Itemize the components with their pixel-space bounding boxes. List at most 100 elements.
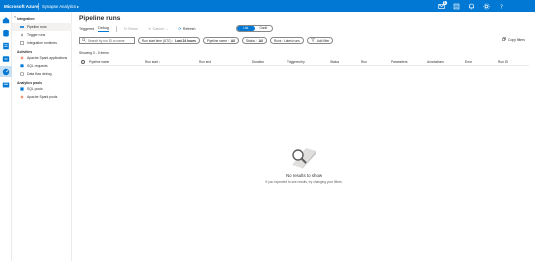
toggle-list[interactable]: List — [237, 26, 255, 31]
chevron-right-icon[interactable]: ▸ — [77, 4, 79, 9]
nav-item-label: Apache Spark pools — [27, 95, 58, 99]
nav-item-label: Apache Spark applications — [27, 56, 68, 60]
svg-text:?: ? — [500, 4, 503, 9]
empty-state: No results to show If you expected to se… — [73, 12, 535, 261]
tabs-divider — [115, 26, 117, 32]
refresh-button[interactable]: ⟳ Refresh — [178, 27, 195, 31]
col-status[interactable]: Status — [330, 60, 339, 64]
nav-item-trigger-runs[interactable]: Trigger runs — [12, 31, 72, 39]
nav-section-integration: Integration — [17, 17, 35, 21]
runs-filter-label: Runs : Latest runs — [273, 38, 300, 43]
nav-item-integration-runtimes[interactable]: Integration runtimes — [12, 39, 72, 47]
col-run-start-label: Run start — [145, 60, 158, 64]
help-icon[interactable]: ? — [497, 2, 505, 10]
integrate-icon[interactable] — [0, 53, 12, 64]
col-run-start[interactable]: Run start ↓ — [145, 60, 160, 64]
sql-pool-icon — [20, 87, 24, 91]
col-annotations[interactable]: Annotations — [427, 60, 444, 64]
nav-item-pipeline-runs[interactable]: Pipeline runs — [12, 23, 72, 31]
search-input[interactable]: Search by run ID or name — [79, 37, 135, 44]
home-icon[interactable] — [0, 14, 12, 25]
empty-search-illustration — [288, 143, 318, 174]
items-count: Showing 0 - 0 items — [79, 51, 109, 55]
nav-item-label: Data flow debug — [27, 72, 52, 76]
refresh-icon: ⟳ — [178, 27, 182, 31]
nav-item-label: Integration runtimes — [27, 41, 57, 45]
tab-debug[interactable]: Debug — [98, 26, 109, 32]
notification-icon[interactable]: 1 — [437, 0, 447, 10]
empty-subtitle: If you expected to see results, try chan… — [265, 180, 343, 184]
add-filter-button[interactable]: Add filter — [306, 37, 334, 44]
topbar-divider — [38, 2, 39, 10]
copy-filters-label: Copy filters — [508, 37, 525, 42]
toggle-gantt[interactable]: Gantt — [255, 26, 273, 31]
time-filter[interactable]: Run start time (UTC) : Last 24 hours — [138, 37, 200, 44]
product-name[interactable]: Synapse Analytics — [42, 4, 76, 9]
run-type-tabs: Triggered Debug ↻ Rerun ✕ Cancel ⌄ ⟳ Ref… — [79, 26, 201, 32]
col-pipeline-name[interactable]: Pipeline name — [89, 60, 109, 64]
data-flow-icon — [20, 72, 24, 76]
copy-filters-button[interactable]: Copy filters — [502, 37, 525, 42]
col-duration[interactable]: Duration — [252, 60, 264, 64]
col-run[interactable]: Run — [361, 60, 367, 64]
runs-filter[interactable]: Runs : Latest runs — [269, 37, 304, 44]
chevron-down-icon: ⌄ — [165, 27, 169, 31]
nav-item-spark-applications[interactable]: Apache Spark applications — [12, 54, 72, 62]
pipeline-filter-value: All — [230, 38, 235, 43]
col-run-id[interactable]: Run ID — [498, 60, 508, 64]
bell-icon[interactable] — [467, 2, 475, 10]
cancel-label: Cancel — [152, 27, 164, 31]
nav-item-label: SQL requests — [27, 64, 48, 68]
nav-item-spark-pools[interactable]: Apache Spark pools — [12, 93, 72, 101]
rerun-label: Rerun — [128, 27, 139, 31]
cancel-button[interactable]: ✕ Cancel ⌄ — [148, 27, 168, 31]
data-icon[interactable] — [0, 27, 12, 38]
refresh-label: Refresh — [182, 27, 196, 31]
nav-item-label: SQL pools — [27, 87, 43, 91]
add-filter-label: Add filter — [316, 38, 330, 43]
rerun-icon: ↻ — [123, 27, 127, 31]
monitor-icon[interactable] — [0, 66, 12, 77]
left-rail — [0, 12, 12, 261]
nav-item-sql-pools[interactable]: SQL pools — [12, 85, 72, 93]
add-filter-icon — [310, 38, 315, 43]
main-content: Pipeline runs Triggered Debug ↻ Rerun ✕ … — [73, 12, 535, 261]
status-filter-value: All — [258, 38, 263, 43]
rerun-button[interactable]: ↻ Rerun — [124, 27, 138, 31]
notification-badge: 1 — [442, 0, 447, 5]
nav-item-data-flow-debug[interactable]: Data flow debug — [12, 70, 72, 78]
status-filter-label: Status : — [245, 38, 257, 43]
page-title: Pipeline runs — [79, 15, 121, 22]
monitor-nav-panel: « Integration Pipeline runs Trigger runs… — [12, 12, 72, 261]
col-parameters[interactable]: Parameters — [391, 60, 407, 64]
develop-icon[interactable] — [0, 40, 12, 51]
runtime-icon — [20, 41, 24, 45]
status-filter[interactable]: Status : All — [241, 37, 267, 44]
copy-icon — [502, 37, 506, 42]
time-filter-value: Last 24 hours — [175, 38, 196, 43]
empty-title: No results to show — [285, 173, 323, 178]
col-error[interactable]: Error — [465, 60, 472, 64]
search-placeholder: Search by run ID or name — [88, 38, 125, 43]
view-toggle: List Gantt — [236, 25, 273, 32]
top-bar: Microsoft Azure Synapse Analytics ▸ 1 ? — [0, 0, 535, 12]
table-header: Pipeline name Run start ↓ Run end Durati… — [79, 58, 529, 66]
nav-item-sql-requests[interactable]: SQL requests — [12, 62, 72, 70]
filter-bar: Search by run ID or name Run start time … — [79, 37, 334, 44]
pipeline-filter-label: Pipeline name : — [206, 38, 229, 43]
tab-triggered[interactable]: Triggered — [79, 27, 94, 32]
nav-item-label: Pipeline runs — [27, 25, 47, 29]
manage-icon[interactable] — [0, 79, 12, 90]
pipeline-icon — [20, 25, 24, 29]
cancel-icon: ✕ — [148, 27, 152, 31]
pipeline-name-filter[interactable]: Pipeline name : All — [202, 37, 239, 44]
select-all-checkbox[interactable] — [81, 59, 85, 64]
settings-icon[interactable] — [452, 2, 460, 10]
time-filter-label: Run start time (UTC) : — [142, 38, 174, 43]
trigger-icon — [20, 33, 24, 37]
col-triggered-by[interactable]: Triggered by — [287, 60, 305, 64]
spark-icon — [20, 56, 24, 60]
settings-gear-icon[interactable] — [482, 2, 490, 10]
brand-name[interactable]: Microsoft Azure — [0, 4, 39, 9]
col-run-end[interactable]: Run end — [199, 60, 211, 64]
